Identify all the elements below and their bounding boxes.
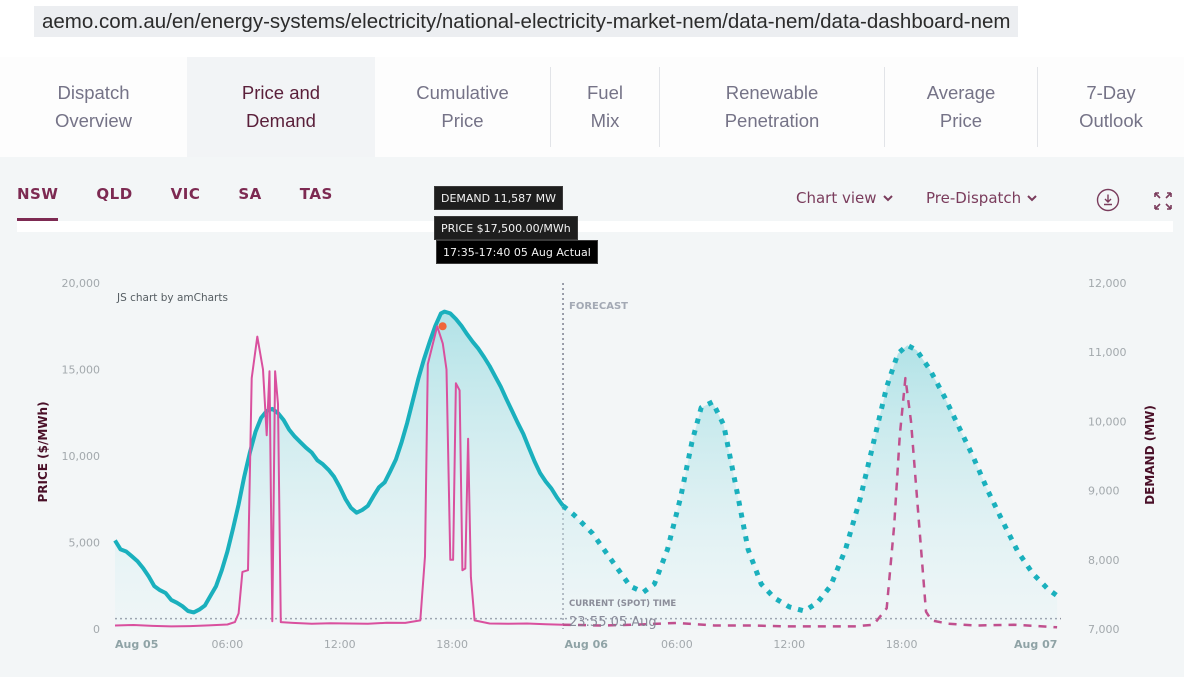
x-tick-label: 12:00 (773, 638, 805, 651)
x-tick-label: 18:00 (436, 638, 468, 651)
amcharts-credit[interactable]: JS chart by amCharts (116, 292, 228, 304)
demand-tick-label: 11,000 (1088, 346, 1127, 359)
tooltip-time: 17:35-17:40 05 Aug Actual (436, 240, 598, 264)
price-axis-title: PRICE ($/MWh) (36, 401, 50, 502)
current-time-value: 23:55 05 Aug (569, 615, 657, 630)
forecast-label: FORECAST (569, 301, 628, 312)
x-tick-label: 06:00 (661, 638, 693, 651)
current-time-label: CURRENT (SPOT) TIME (569, 599, 676, 609)
demand-area-fill (563, 345, 1058, 629)
demand-tick-label: 8,000 (1088, 554, 1120, 567)
price-tick-label: 15,000 (62, 364, 101, 377)
x-tick-label: 06:00 (212, 638, 244, 651)
price-tick-label: 5,000 (69, 537, 101, 550)
price-tick-label: 0 (93, 623, 100, 636)
x-tick-label: Aug 07 (1014, 638, 1057, 651)
tooltip-price: PRICE $17,500.00/MWh (434, 216, 578, 240)
x-tick-label: 12:00 (324, 638, 356, 651)
demand-tick-label: 9,000 (1088, 485, 1120, 498)
price-tick-label: 20,000 (62, 277, 101, 290)
hover-point-marker (438, 322, 447, 331)
demand-tick-label: 7,000 (1088, 623, 1120, 636)
demand-tick-label: 10,000 (1088, 415, 1127, 428)
x-tick-label: Aug 05 (115, 638, 158, 651)
demand-tick-label: 12,000 (1088, 277, 1127, 290)
tooltip-demand: DEMAND 11,587 MW (434, 186, 563, 210)
x-tick-label: 18:00 (886, 638, 918, 651)
price-tick-label: 10,000 (62, 450, 101, 463)
demand-area-fill (115, 311, 563, 629)
x-tick-label: Aug 06 (565, 638, 609, 651)
demand-axis-title: DEMAND (MW) (1143, 405, 1157, 505)
price-demand-chart[interactable]: JS chart by amCharts FORECAST 0 5,000 10,0… (0, 0, 1184, 677)
